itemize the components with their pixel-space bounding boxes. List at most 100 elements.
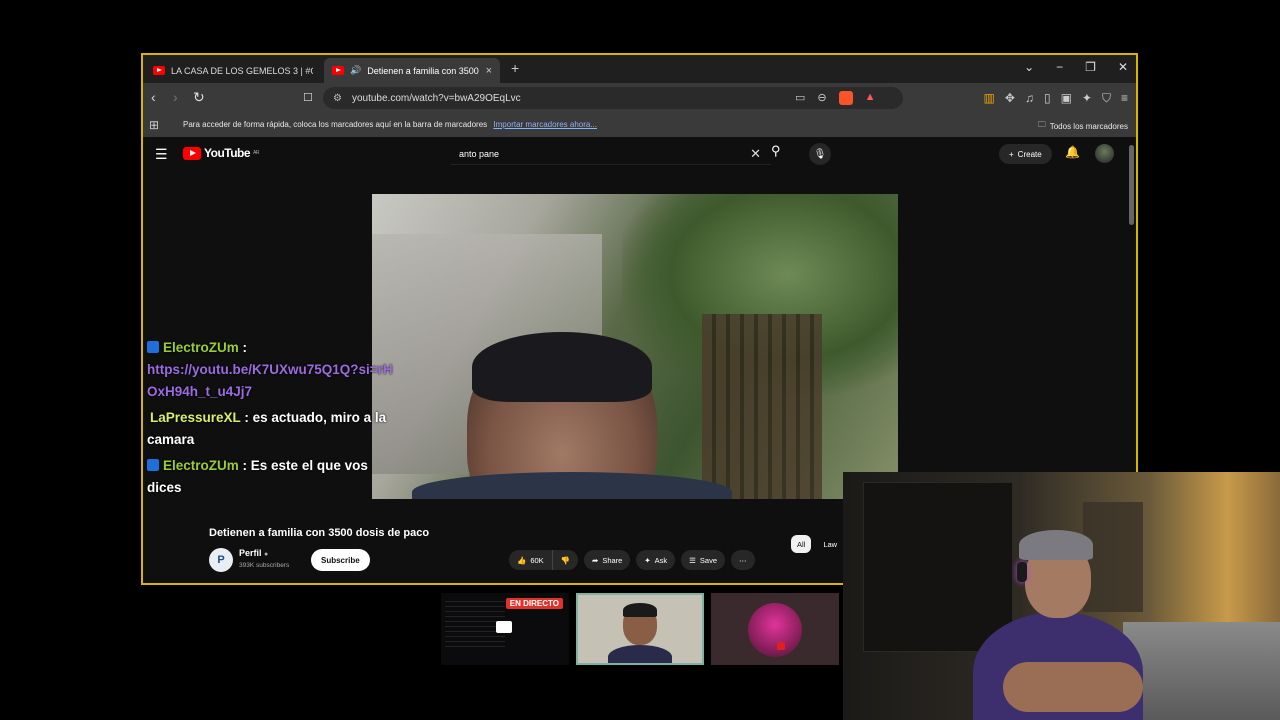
- minimize-button[interactable]: −: [1056, 60, 1063, 74]
- save-icon: ☰: [689, 555, 696, 565]
- tab-title: LA CASA DE LOS GEMELOS 3 | #CASA: [171, 65, 313, 76]
- reload-button[interactable]: ↻: [193, 89, 205, 106]
- zoom-icon[interactable]: ⊖: [817, 91, 826, 105]
- webcam-cabinet: [863, 482, 1013, 652]
- channel-name[interactable]: Perfil ●: [239, 548, 268, 558]
- youtube-favicon-icon: [332, 66, 344, 75]
- webcam-bed: [1123, 622, 1280, 720]
- youtube-favicon-icon: [153, 66, 165, 75]
- bookmark-icon[interactable]: ☐: [303, 91, 313, 104]
- youtube-logo[interactable]: YouTube AR: [183, 146, 259, 160]
- bookmarks-bar: ⊞ Para acceder de forma rápida, coloca l…: [143, 113, 1136, 137]
- plus-icon: +: [1009, 149, 1014, 159]
- youtube-play-icon: [183, 146, 201, 160]
- forward-button[interactable]: ›: [173, 89, 178, 105]
- tab-search-chevron-icon[interactable]: ⌄: [1024, 60, 1034, 74]
- cast-icon[interactable]: ▭: [795, 91, 805, 105]
- scene-thumbnail-live[interactable]: EN DIRECTO: [441, 593, 569, 665]
- wallet-icon[interactable]: ▣: [1061, 91, 1072, 106]
- sparkle-icon: ✦: [644, 555, 651, 565]
- scene-thumbnail-portrait[interactable]: [576, 593, 704, 665]
- like-button[interactable]: 👍 60K: [509, 550, 553, 570]
- equalizer-extension-icon[interactable]: ▥: [984, 91, 995, 106]
- video-actions: 👍 60K 👎 ➦ Share ✦ Ask ☰ Save ⋯: [509, 550, 755, 570]
- address-bar-row: ‹ › ↻ ☐ ⚙ youtube.com/watch?v=bwA29OEqLv…: [143, 83, 1136, 113]
- page-scrollbar[interactable]: [1129, 145, 1134, 225]
- chip-all[interactable]: All: [791, 535, 812, 553]
- url-text: youtube.com/watch?v=bwA29OEqLvc: [351, 92, 521, 104]
- save-button[interactable]: ☰ Save: [681, 550, 726, 570]
- verified-icon: ●: [264, 551, 269, 558]
- tab-detienen-familia[interactable]: 🔊 Detienen a familia con 3500 do ×: [324, 58, 500, 83]
- tab-title: Detienen a familia con 3500 do: [367, 65, 480, 76]
- site-info-icon[interactable]: ⚙: [333, 93, 342, 104]
- video-player[interactable]: [372, 194, 898, 499]
- microphone-icon[interactable]: 🎙: [809, 143, 831, 165]
- chat-message: ElectroZUm : Es este el que vos dices: [147, 458, 368, 495]
- webcam-person-arms: [1003, 662, 1143, 712]
- import-bookmarks-link[interactable]: Importar marcadores ahora...: [493, 120, 597, 129]
- share-icon: ➦: [592, 555, 599, 565]
- sidebar-icon[interactable]: ▯: [1044, 91, 1051, 106]
- video-title: Detienen a familia con 3500 dosis de pac…: [209, 527, 430, 539]
- video-frame-fence: [702, 314, 822, 499]
- search-icon[interactable]: ⚲: [771, 143, 781, 159]
- window-controls: ⌄ − ❐ ✕: [1024, 60, 1128, 74]
- webcam-headset: [1017, 562, 1027, 582]
- close-tab-icon[interactable]: ×: [486, 65, 492, 77]
- new-tab-button[interactable]: +: [511, 60, 519, 76]
- chat-message: ElectroZUm : https://youtu.be/K7UXwu75Q1…: [147, 340, 393, 399]
- video-frame-hair: [472, 332, 652, 402]
- account-avatar[interactable]: [1095, 144, 1114, 163]
- apps-grid-icon[interactable]: ⊞: [149, 118, 159, 132]
- notifications-bell-icon[interactable]: 🔔: [1065, 145, 1080, 159]
- record-icon: [777, 642, 785, 650]
- close-window-button[interactable]: ✕: [1118, 60, 1128, 74]
- menu-icon[interactable]: ≡: [1121, 91, 1128, 106]
- tab-bar: LA CASA DE LOS GEMELOS 3 | #CASA 🔊 Detie…: [143, 55, 1136, 83]
- hamburger-menu-icon[interactable]: ☰: [155, 146, 168, 163]
- extension-icons: ▥ ✥ ♫ ▯ ▣ ✦ ⛉ ≡: [984, 91, 1128, 106]
- vpn-icon[interactable]: ⛉: [1102, 91, 1111, 106]
- webcam-person-cap: [1019, 530, 1093, 560]
- subscribe-button[interactable]: Subscribe: [311, 549, 370, 571]
- chat-overlay: ElectroZUm : https://youtu.be/K7UXwu75Q1…: [147, 337, 402, 503]
- music-icon[interactable]: ♫: [1025, 91, 1034, 106]
- more-actions-button[interactable]: ⋯: [731, 550, 755, 570]
- share-button[interactable]: ➦ Share: [584, 550, 631, 570]
- channel-avatar[interactable]: P: [209, 548, 233, 572]
- chat-message: LaPressureXL : es actuado, miro a la cam…: [147, 410, 387, 447]
- chat-badge-icon: [147, 341, 159, 353]
- thumbs-up-icon: 👍: [517, 555, 527, 565]
- all-bookmarks-button[interactable]: 🗀 Todos los marcadores: [1038, 119, 1128, 133]
- channel-subscribers: 393K subscribers: [239, 562, 290, 569]
- create-button[interactable]: + Create: [999, 144, 1052, 164]
- thumbs-down-icon: 👎: [560, 555, 571, 565]
- thumbnail-person-body: [608, 645, 672, 663]
- scene-thumbnail-orb[interactable]: [711, 593, 839, 665]
- back-button[interactable]: ‹: [151, 89, 156, 105]
- folder-icon: 🗀: [1037, 120, 1046, 129]
- thumbnail-orb: [748, 603, 802, 657]
- leo-ai-icon[interactable]: ✦: [1082, 91, 1092, 106]
- speaker-icon[interactable]: 🔊: [350, 65, 361, 76]
- more-icon: ⋯: [739, 555, 747, 565]
- search-input[interactable]: anto pane ✕: [451, 143, 771, 165]
- clear-search-icon[interactable]: ✕: [750, 146, 761, 162]
- brave-shields-icon[interactable]: [838, 91, 853, 105]
- related-chips: All Law: [791, 535, 843, 553]
- restore-button[interactable]: ❐: [1085, 60, 1096, 74]
- url-bar-icons: ▭ ⊖ ▲: [795, 91, 876, 105]
- chat-badge-icon: [147, 459, 159, 471]
- brave-rewards-icon[interactable]: ▲: [865, 91, 876, 105]
- chip-law[interactable]: Law: [817, 535, 843, 553]
- ask-button[interactable]: ✦ Ask: [636, 550, 676, 570]
- thumbnail-person-hair: [623, 603, 657, 617]
- webcam-overlay: [843, 472, 1280, 720]
- monitor-icon: [496, 621, 512, 633]
- video-frame-shirt: [412, 472, 732, 499]
- tab-casa-gemelos[interactable]: LA CASA DE LOS GEMELOS 3 | #CASA: [145, 58, 321, 83]
- extensions-puzzle-icon[interactable]: ✥: [1005, 91, 1015, 106]
- dislike-button[interactable]: 👎: [552, 550, 579, 570]
- live-badge: EN DIRECTO: [505, 598, 563, 609]
